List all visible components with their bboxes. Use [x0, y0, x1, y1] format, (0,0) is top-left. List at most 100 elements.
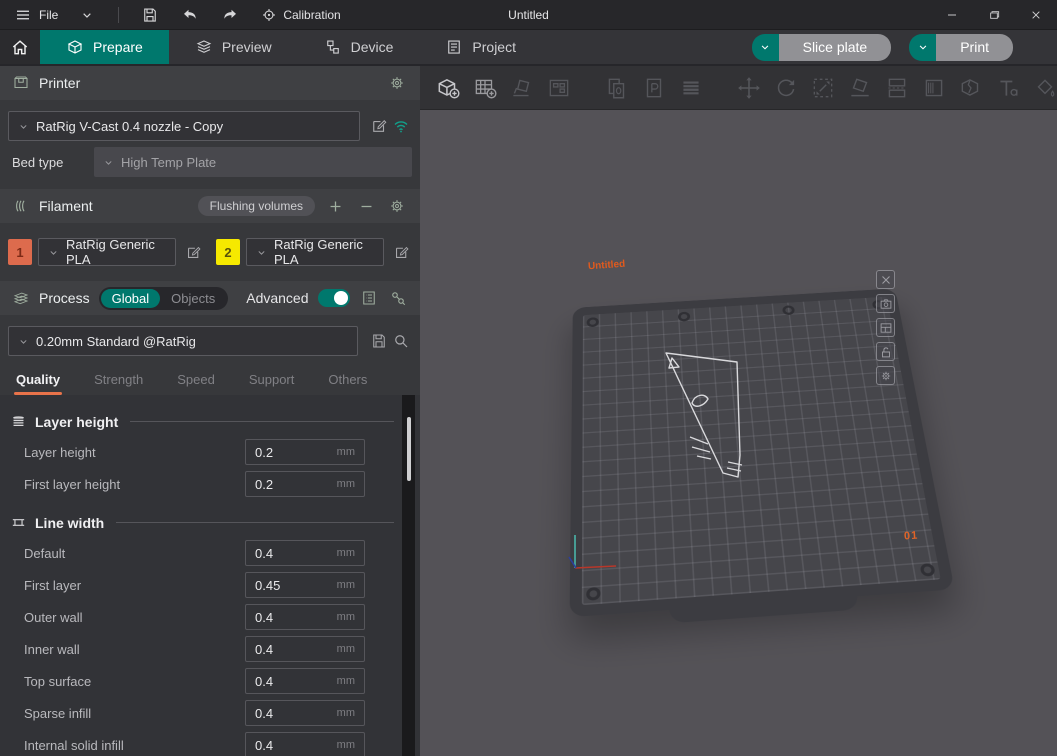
- sparse-infill-line-width-input[interactable]: 0.4 mm: [245, 700, 365, 726]
- support-paint-icon[interactable]: [918, 72, 950, 104]
- viewport[interactable]: Untitled 01: [420, 66, 1057, 756]
- tab-prepare[interactable]: Prepare: [40, 30, 169, 64]
- color-paint-icon[interactable]: [1029, 72, 1057, 104]
- advanced-toggle[interactable]: [318, 289, 351, 307]
- tab-strength[interactable]: Strength: [94, 372, 143, 395]
- print-options-chevron-icon[interactable]: [909, 34, 936, 61]
- filament-2-preset-select[interactable]: RatRig Generic PLA: [246, 238, 384, 266]
- scene-3d[interactable]: Untitled 01: [420, 110, 1057, 756]
- scope-global-option[interactable]: Global: [101, 289, 161, 308]
- printer-settings-gear-icon[interactable]: [386, 72, 408, 94]
- lay-on-face-icon[interactable]: [844, 72, 876, 104]
- plate-snapshot-icon[interactable]: [876, 294, 895, 313]
- calibration-button[interactable]: Calibration: [253, 7, 348, 23]
- filament-2-color-badge[interactable]: 2: [216, 239, 240, 265]
- app-window: Untitled File Calibration: [0, 0, 1057, 756]
- plate-number-label: 01: [904, 530, 919, 543]
- slice-plate-button[interactable]: Slice plate: [752, 34, 892, 61]
- scale-icon[interactable]: [807, 72, 839, 104]
- prepare-icon: [66, 38, 84, 56]
- unit-label: mm: [337, 675, 355, 687]
- first-layer-line-width-input[interactable]: 0.45 mm: [245, 572, 365, 598]
- tab-preview-label: Preview: [222, 39, 272, 55]
- remove-filament-icon[interactable]: [355, 195, 377, 217]
- print-label[interactable]: Print: [936, 34, 1013, 61]
- slice-options-chevron-icon[interactable]: [752, 34, 779, 61]
- split-objects-icon[interactable]: [955, 72, 987, 104]
- file-menu-chevron[interactable]: [70, 2, 104, 28]
- variable-layer-height-icon[interactable]: [675, 72, 707, 104]
- cut-icon[interactable]: [881, 72, 913, 104]
- hamburger-icon: [14, 6, 32, 24]
- close-button[interactable]: [1015, 0, 1057, 30]
- redo-button[interactable]: [213, 2, 247, 28]
- filament-2-edit-icon[interactable]: [390, 241, 412, 263]
- printer-preset-select[interactable]: RatRig V-Cast 0.4 nozzle - Copy: [8, 111, 360, 141]
- printer-edit-icon[interactable]: [368, 115, 390, 137]
- scrollbar-thumb[interactable]: [407, 417, 411, 481]
- line-width-section-header: Line width: [0, 506, 420, 537]
- save-button[interactable]: [133, 2, 167, 28]
- internal-solid-infill-line-width-input[interactable]: 0.4 mm: [245, 732, 365, 756]
- settings-scrollbar[interactable]: [402, 395, 415, 756]
- home-button[interactable]: [0, 30, 40, 64]
- delete-plate-icon[interactable]: [876, 270, 895, 289]
- default-line-width-input[interactable]: 0.4 mm: [245, 540, 365, 566]
- layer-height-section-header: Layer height: [0, 405, 420, 436]
- process-preset-select[interactable]: 0.20mm Standard @RatRig: [8, 326, 358, 356]
- move-icon[interactable]: [733, 72, 765, 104]
- setting-label: First layer height: [24, 477, 120, 492]
- toolbar-separator: [118, 7, 119, 23]
- filament-settings-gear-icon[interactable]: [386, 195, 408, 217]
- search-parameters-icon[interactable]: [390, 330, 412, 352]
- paste-icon[interactable]: [638, 72, 670, 104]
- print-button[interactable]: Print: [909, 34, 1013, 61]
- plate-arrange-icon[interactable]: [876, 318, 895, 337]
- bed-type-select[interactable]: High Temp Plate: [94, 147, 412, 177]
- title-bar: Untitled File Calibration: [0, 0, 1057, 30]
- add-filament-icon[interactable]: [324, 195, 346, 217]
- inner-wall-line-width-input[interactable]: 0.4 mm: [245, 636, 365, 662]
- setting-row-layer-height: Layer height 0.2 mm: [0, 436, 420, 468]
- add-object-icon[interactable]: [432, 72, 464, 104]
- tab-preview[interactable]: Preview: [169, 30, 298, 64]
- rotate-icon[interactable]: [770, 72, 802, 104]
- slice-plate-label[interactable]: Slice plate: [779, 34, 892, 61]
- layer-height-input[interactable]: 0.2 mm: [245, 439, 365, 465]
- arrange-icon[interactable]: [543, 72, 575, 104]
- maximize-button[interactable]: [973, 0, 1015, 30]
- tab-support[interactable]: Support: [249, 372, 295, 395]
- add-plate-icon[interactable]: [469, 72, 501, 104]
- tab-quality[interactable]: Quality: [16, 372, 60, 395]
- process-tabs: Quality Strength Speed Support Others: [0, 358, 420, 395]
- filament-1-color-badge[interactable]: 1: [8, 239, 32, 265]
- undo-button[interactable]: [173, 2, 207, 28]
- text-tool-icon[interactable]: [992, 72, 1024, 104]
- printer-preset-value: RatRig V-Cast 0.4 nozzle - Copy: [36, 119, 223, 134]
- filament-1-preset-select[interactable]: RatRig Generic PLA: [38, 238, 176, 266]
- first-layer-height-input[interactable]: 0.2 mm: [245, 471, 365, 497]
- scope-objects-option[interactable]: Objects: [160, 289, 226, 308]
- search-settings-icon[interactable]: [388, 287, 408, 309]
- build-plate[interactable]: [570, 288, 955, 617]
- parameter-list-icon[interactable]: [359, 287, 379, 309]
- tab-project[interactable]: Project: [419, 30, 542, 64]
- file-menu[interactable]: File: [8, 0, 64, 30]
- plate-lock-icon[interactable]: [876, 342, 895, 361]
- setting-label: Outer wall: [24, 610, 83, 625]
- filament-1-edit-icon[interactable]: [182, 241, 204, 263]
- outer-wall-line-width-input[interactable]: 0.4 mm: [245, 604, 365, 630]
- flushing-volumes-button[interactable]: Flushing volumes: [198, 196, 315, 216]
- auto-orient-icon[interactable]: [506, 72, 538, 104]
- save-preset-icon[interactable]: [368, 330, 390, 352]
- minimize-button[interactable]: [931, 0, 973, 30]
- tab-others[interactable]: Others: [328, 372, 367, 395]
- tab-device[interactable]: Device: [298, 30, 420, 64]
- plate-action-icons: [876, 270, 895, 385]
- top-surface-line-width-input[interactable]: 0.4 mm: [245, 668, 365, 694]
- process-scope-toggle: Global Objects: [99, 287, 229, 310]
- copy-icon[interactable]: [601, 72, 633, 104]
- tab-speed[interactable]: Speed: [177, 372, 215, 395]
- plate-settings-gear-icon[interactable]: [876, 366, 895, 385]
- printer-wifi-icon[interactable]: [390, 115, 412, 137]
